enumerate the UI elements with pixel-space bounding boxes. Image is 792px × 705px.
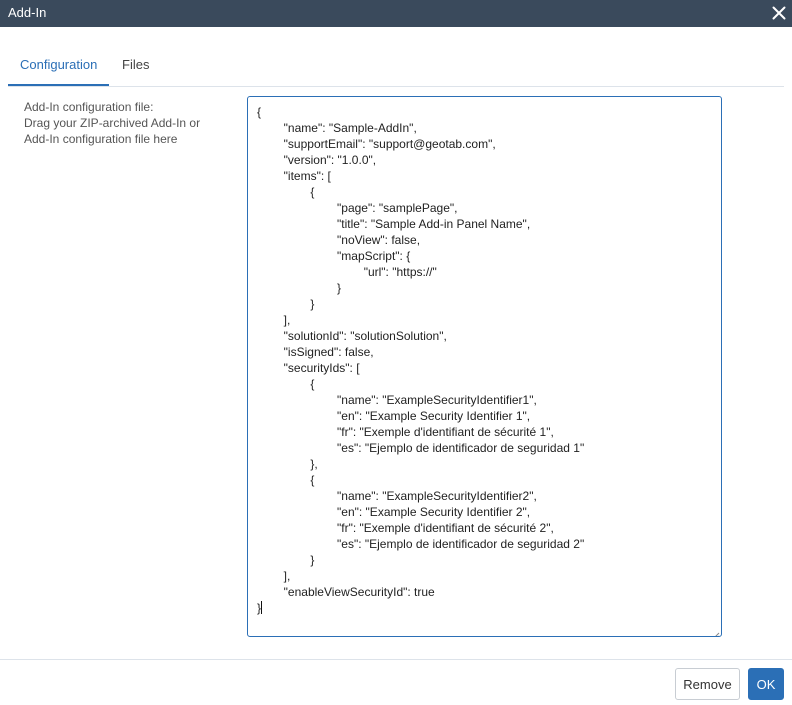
editor-line: "url": "https://" <box>257 265 437 279</box>
config-editor-content[interactable]: { "name": "Sample-AddIn", "supportEmail"… <box>257 104 584 616</box>
config-label-line: Drag your ZIP-archived Add-In or <box>24 116 201 130</box>
editor-line: "fr": "Exemple d'identifiant de sécurité… <box>257 425 554 439</box>
title-bar: Add-In <box>0 0 792 27</box>
tab-files[interactable]: Files <box>110 50 161 86</box>
editor-line: { <box>257 473 315 487</box>
config-editor[interactable]: { "name": "Sample-AddIn", "supportEmail"… <box>247 96 722 637</box>
editor-line: { <box>257 105 262 119</box>
tab-divider <box>8 86 784 87</box>
footer-divider <box>0 659 792 660</box>
editor-line: ], <box>257 313 291 327</box>
editor-line: "name": "Sample-AddIn", <box>257 121 417 135</box>
editor-line: "securityIds": [ <box>257 361 360 375</box>
editor-line: "version": "1.0.0", <box>257 153 377 167</box>
editor-line: "enableViewSecurityId": true <box>257 585 435 599</box>
editor-line: "en": "Example Security Identifier 2", <box>257 505 531 519</box>
editor-line: "noView": false, <box>257 233 421 247</box>
editor-line: { <box>257 185 315 199</box>
resize-grip-icon[interactable] <box>712 627 720 636</box>
editor-line: "en": "Example Security Identifier 1", <box>257 409 531 423</box>
editor-line: } <box>257 553 315 567</box>
editor-line: { <box>257 377 315 391</box>
config-file-label: Add-In configuration file: Drag your ZIP… <box>24 99 234 147</box>
editor-line: "es": "Ejemplo de identificador de segur… <box>257 441 585 455</box>
editor-line: "solutionId": "solutionSolution", <box>257 329 447 343</box>
editor-line: "es": "Ejemplo de identificador de segur… <box>257 537 585 551</box>
editor-line: } <box>257 601 263 615</box>
remove-button[interactable]: Remove <box>675 668 740 700</box>
editor-line: }, <box>257 457 318 471</box>
tab-bar: Configuration Files <box>8 50 784 86</box>
close-icon[interactable] <box>768 2 790 24</box>
tab-configuration[interactable]: Configuration <box>8 50 110 86</box>
editor-line: "mapScript": { <box>257 249 411 263</box>
ok-button[interactable]: OK <box>748 668 784 700</box>
editor-line: "page": "samplePage", <box>257 201 458 215</box>
editor-line: } <box>257 281 342 295</box>
editor-line: ], <box>257 569 291 583</box>
config-label-line: Add-In configuration file here <box>24 132 178 146</box>
editor-line: "title": "Sample Add-in Panel Name", <box>257 217 531 231</box>
editor-line: "isSigned": false, <box>257 345 374 359</box>
config-label-line: Add-In configuration file: <box>24 100 154 114</box>
text-caret <box>261 601 263 614</box>
editor-line: } <box>257 297 315 311</box>
editor-line: "fr": "Exemple d'identifiant de sécurité… <box>257 521 554 535</box>
window-title: Add-In <box>8 5 47 20</box>
editor-line: "supportEmail": "support@geotab.com", <box>257 137 496 151</box>
editor-line: "name": "ExampleSecurityIdentifier2", <box>257 489 537 503</box>
editor-line: "items": [ <box>257 169 331 183</box>
editor-line: "name": "ExampleSecurityIdentifier1", <box>257 393 537 407</box>
